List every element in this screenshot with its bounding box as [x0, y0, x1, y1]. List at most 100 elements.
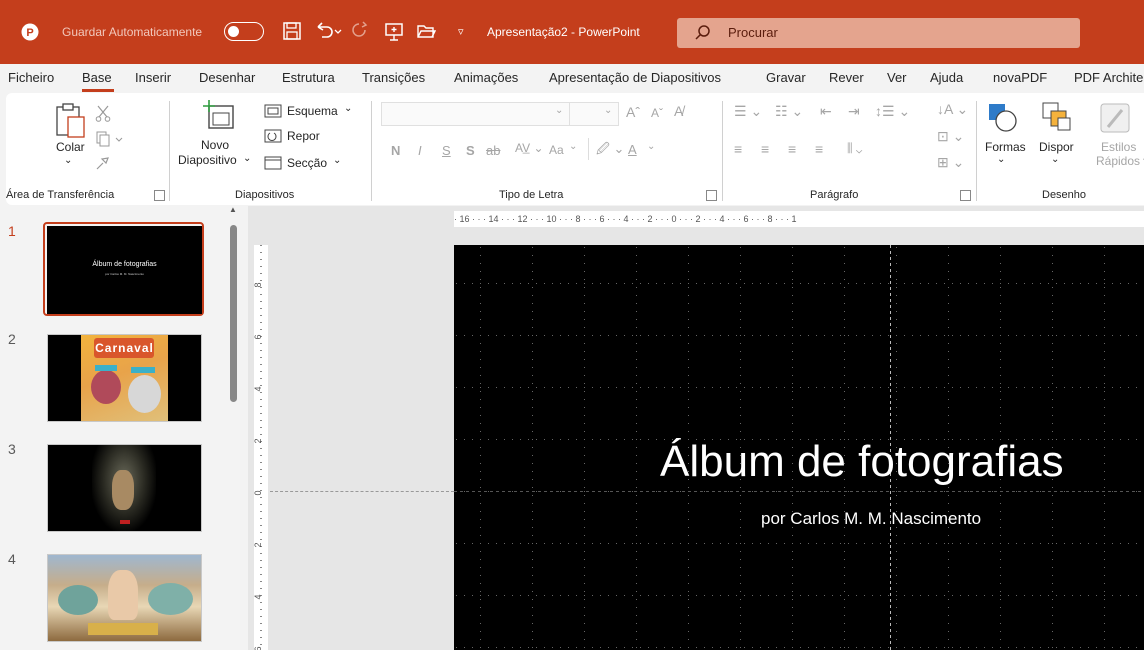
tab-rever[interactable]: Rever — [829, 70, 864, 85]
tab-inserir[interactable]: Inserir — [135, 70, 171, 85]
align-left-icon[interactable]: ≡ — [734, 141, 742, 157]
change-case-button[interactable]: Aa — [549, 143, 564, 157]
font-name-dropdown-icon[interactable]: ⌄ — [555, 105, 563, 116]
quick-styles-label-1[interactable]: Estilos — [1101, 140, 1136, 154]
slide-title[interactable]: Álbum de fotografias — [660, 437, 1064, 487]
section-icon[interactable] — [264, 156, 282, 170]
tab-transicoes[interactable]: Transições — [362, 70, 425, 85]
section-dropdown-icon[interactable]: ⌄ — [333, 155, 341, 166]
line-spacing-icon[interactable]: ↕☰ ⌄ — [875, 103, 910, 120]
app-logo-icon: P — [21, 23, 39, 41]
shapes-dropdown-icon[interactable]: ⌄ — [997, 154, 1005, 165]
slide-thumbnail-1[interactable]: Álbum de fotografias por Carlos M. M. Na… — [47, 226, 202, 314]
change-case-dropdown-icon[interactable]: ⌄ — [569, 141, 577, 152]
cut-icon[interactable] — [95, 104, 111, 122]
strikethrough-icon[interactable]: ab — [486, 143, 500, 158]
clear-formatting-icon[interactable]: A̸ — [674, 103, 683, 119]
tab-novapdf[interactable]: novaPDF — [993, 70, 1047, 85]
save-icon[interactable] — [282, 20, 302, 42]
active-tab-indicator — [82, 89, 114, 92]
new-slide-dropdown-icon[interactable]: ⌄ — [243, 153, 251, 164]
slide-thumbnail-2[interactable]: Carnaval — [47, 334, 202, 422]
font-color-icon[interactable]: A — [628, 142, 637, 157]
numbering-icon[interactable]: ☷ ⌄ — [775, 103, 803, 120]
format-painter-icon[interactable] — [94, 155, 110, 171]
font-name-box[interactable] — [381, 102, 571, 126]
layout-dropdown-icon[interactable]: ⌄ — [344, 103, 352, 114]
scroll-up-icon[interactable]: ▲ — [229, 205, 237, 214]
paragraph-launcher-icon[interactable] — [960, 190, 971, 201]
tab-estrutura[interactable]: Estrutura — [282, 70, 335, 85]
layout-icon[interactable] — [264, 104, 282, 118]
shrink-font-icon[interactable]: Aˇ — [651, 106, 663, 120]
align-center-icon[interactable]: ≡ — [761, 141, 769, 157]
title-bar: P Guardar Automaticamente ▿ Apresentação… — [0, 0, 1144, 64]
highlight-icon[interactable]: 🖉 ⌄ — [596, 140, 624, 162]
arrange-icon[interactable] — [1041, 101, 1073, 133]
font-color-dropdown-icon[interactable]: ⌄ — [647, 141, 655, 152]
char-spacing-icon[interactable]: AV̲ ⌄ — [515, 141, 544, 155]
arrange-label[interactable]: Dispor — [1039, 140, 1074, 154]
italic-button[interactable]: I — [418, 143, 422, 158]
clipboard-launcher-icon[interactable] — [154, 190, 165, 201]
justify-icon[interactable]: ≡ — [815, 141, 823, 157]
reset-icon[interactable] — [264, 129, 282, 143]
new-slide-label-1[interactable]: Novo — [201, 138, 229, 152]
tab-gravar[interactable]: Gravar — [766, 70, 806, 85]
underline-button[interactable]: S — [442, 143, 451, 158]
vruler-label: 8 — [254, 282, 263, 287]
tab-apresentacao[interactable]: Apresentação de Diapositivos — [549, 70, 721, 85]
tab-animacoes[interactable]: Animações — [454, 70, 518, 85]
paste-label[interactable]: Colar — [56, 140, 85, 154]
redo-icon[interactable] — [350, 20, 370, 42]
new-slide-icon[interactable] — [201, 98, 237, 134]
quick-styles-label-2[interactable]: Rápidos — [1096, 154, 1140, 168]
align-right-icon[interactable]: ≡ — [788, 141, 796, 157]
tab-base[interactable]: Base — [82, 70, 112, 85]
font-launcher-icon[interactable] — [706, 190, 717, 201]
scrollbar-thumb[interactable] — [230, 225, 237, 402]
vruler-label: 2 — [254, 438, 263, 443]
tab-ver[interactable]: Ver — [887, 70, 907, 85]
shapes-icon[interactable] — [986, 101, 1018, 133]
grow-font-icon[interactable]: Aˆ — [626, 104, 640, 120]
columns-icon[interactable]: ⫼ ⌄ — [847, 141, 862, 156]
quick-styles-icon[interactable] — [1098, 101, 1132, 135]
smartart-icon[interactable]: ⊞ ⌄ — [937, 154, 964, 171]
increase-indent-icon[interactable]: ⇥ — [848, 103, 860, 120]
new-slide-label-2[interactable]: Diapositivo — [178, 153, 237, 167]
paste-dropdown-icon[interactable]: ⌄ — [64, 155, 72, 166]
slide-canvas[interactable]: Álbum de fotografias por Carlos M. M. Na… — [454, 245, 1144, 650]
autosave-toggle[interactable] — [224, 22, 264, 41]
slide-subtitle[interactable]: por Carlos M. M. Nascimento — [761, 509, 981, 529]
tab-ajuda[interactable]: Ajuda — [930, 70, 963, 85]
shadow-button[interactable]: S — [466, 143, 475, 158]
bullets-icon[interactable]: ☰ ⌄ — [734, 103, 762, 120]
slide-thumbnail-3[interactable] — [47, 444, 202, 532]
group-separator — [722, 101, 723, 201]
bold-button[interactable]: N — [391, 143, 400, 158]
guide-line-horizontal — [270, 491, 454, 492]
reset-label[interactable]: Repor — [287, 129, 320, 143]
tab-desenhar[interactable]: Desenhar — [199, 70, 255, 85]
shapes-label[interactable]: Formas — [985, 140, 1026, 154]
undo-icon[interactable] — [314, 20, 342, 42]
font-size-dropdown-icon[interactable]: ⌄ — [604, 105, 612, 116]
copy-icon[interactable] — [95, 131, 125, 147]
tab-ficheiro[interactable]: Ficheiro — [8, 70, 54, 85]
section-label[interactable]: Secção — [287, 156, 327, 170]
open-folder-icon[interactable] — [416, 20, 436, 42]
search-box[interactable]: Procurar — [677, 18, 1080, 48]
text-direction-icon[interactable]: ↓A ⌄ — [937, 101, 968, 118]
present-icon[interactable] — [384, 20, 404, 42]
customize-qat-icon[interactable]: ▿ — [458, 0, 464, 64]
search-icon — [695, 25, 710, 40]
decrease-indent-icon[interactable]: ⇤ — [820, 103, 832, 120]
slide-thumbnail-4[interactable] — [47, 554, 202, 642]
paste-icon[interactable] — [53, 101, 87, 139]
align-text-icon[interactable]: ⊡ ⌄ — [937, 128, 964, 145]
tab-pdf-architect[interactable]: PDF Archite — [1074, 70, 1143, 85]
arrange-dropdown-icon[interactable]: ⌄ — [1051, 154, 1059, 165]
vruler-label: 2 — [254, 542, 263, 547]
layout-label[interactable]: Esquema — [287, 104, 338, 118]
